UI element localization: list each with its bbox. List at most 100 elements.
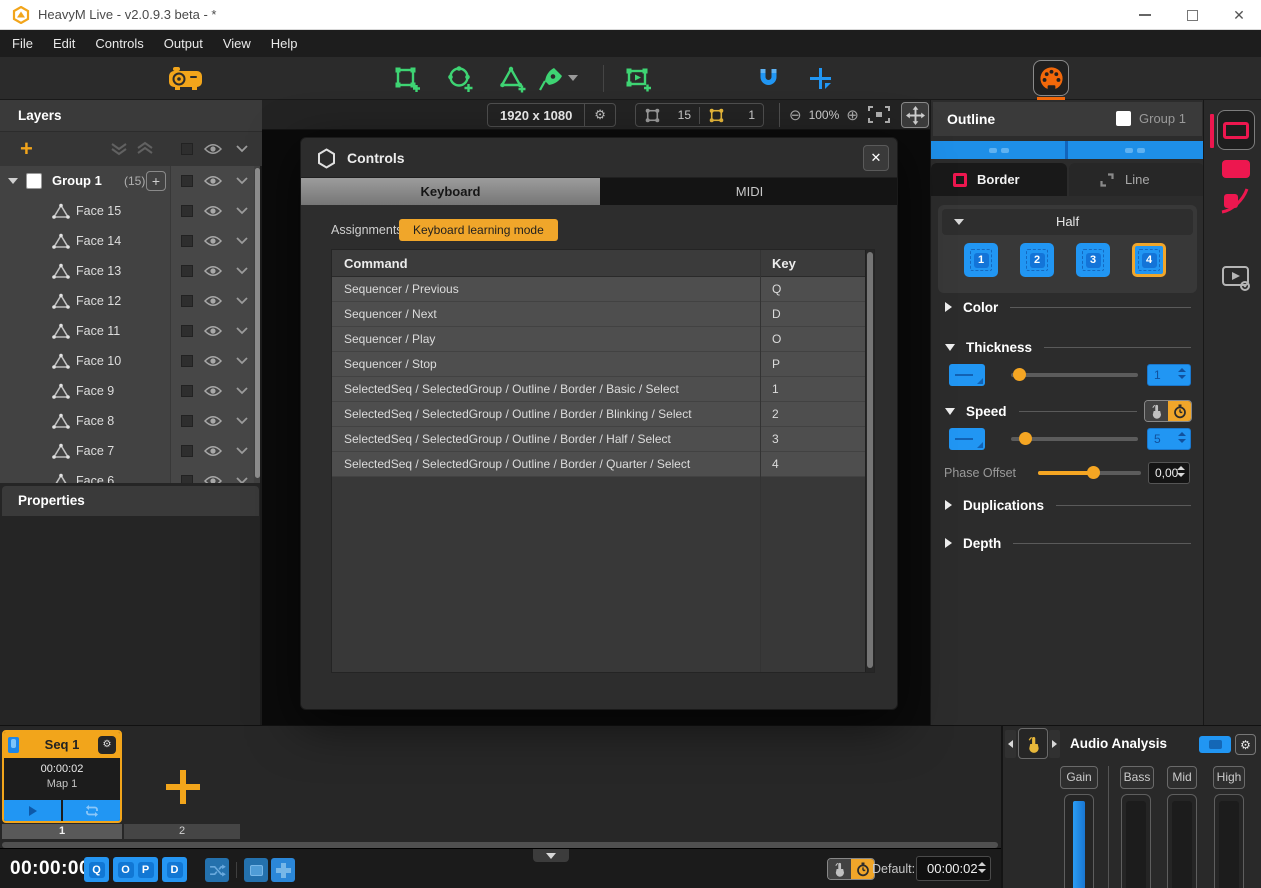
resolution-settings-gear-icon[interactable]: ⚙ bbox=[585, 107, 615, 123]
face-visibility-icon[interactable] bbox=[204, 415, 222, 427]
preset-dropdown[interactable]: Half bbox=[942, 209, 1193, 235]
tab-line[interactable]: Line bbox=[1069, 163, 1204, 196]
menu-item[interactable]: Controls bbox=[85, 30, 153, 57]
sequence-card[interactable]: Seq 1 ⚙ 00:00:02 Map 1 bbox=[2, 730, 122, 823]
layers-scrollbar[interactable] bbox=[255, 168, 260, 478]
face-visibility-icon[interactable] bbox=[204, 205, 222, 217]
face-row[interactable]: Face 9 bbox=[0, 376, 262, 406]
face-name[interactable]: Face 12 bbox=[76, 286, 121, 316]
maximize-button[interactable] bbox=[1172, 0, 1212, 30]
panel-prev-arrow[interactable] bbox=[1005, 730, 1016, 758]
display-toggle-button[interactable] bbox=[244, 858, 268, 882]
section-duplications[interactable]: Duplications bbox=[945, 496, 1191, 514]
assignment-row[interactable]: Sequencer / Play O bbox=[332, 327, 866, 352]
player-settings-button[interactable] bbox=[1219, 262, 1253, 294]
face-name[interactable]: Face 6 bbox=[76, 466, 114, 483]
face-solo-checkbox[interactable] bbox=[181, 475, 193, 483]
effect-strip[interactable] bbox=[931, 141, 1204, 159]
add-circle-icon[interactable] bbox=[447, 66, 474, 93]
assignment-row[interactable]: Sequencer / Previous Q bbox=[332, 277, 866, 302]
projector-output-icon[interactable] bbox=[168, 65, 204, 92]
menu-item[interactable]: File bbox=[2, 30, 43, 57]
face-row[interactable]: Face 15 bbox=[0, 196, 262, 226]
group-visibility-icon[interactable] bbox=[204, 175, 222, 187]
face-options-chevron-icon[interactable] bbox=[236, 357, 248, 365]
controls-dialog-titlebar[interactable]: Controls ✕ bbox=[301, 138, 898, 178]
speed-spinner[interactable]: 5 bbox=[1147, 428, 1191, 450]
preset-button-1[interactable]: 1 bbox=[964, 243, 998, 277]
menu-item[interactable]: Edit bbox=[43, 30, 85, 57]
face-row[interactable]: Face 6 bbox=[0, 466, 262, 483]
sequence-card-header[interactable]: Seq 1 ⚙ bbox=[4, 732, 120, 758]
add-to-group-button[interactable]: + bbox=[146, 171, 166, 191]
hotkey-d-button[interactable]: D bbox=[162, 857, 187, 882]
assignment-row[interactable]: Sequencer / Stop P bbox=[332, 352, 866, 377]
audio-settings-gear-icon[interactable]: ⚙ bbox=[1235, 734, 1256, 755]
face-options-chevron-icon[interactable] bbox=[236, 327, 248, 335]
close-button[interactable]: ✕ bbox=[1219, 0, 1259, 30]
pen-tool-icon[interactable] bbox=[538, 66, 564, 92]
controls-dialog-close-button[interactable]: ✕ bbox=[863, 145, 889, 171]
expand-all-chevron-icon[interactable] bbox=[236, 145, 248, 153]
fill-effect-button[interactable] bbox=[1222, 160, 1250, 178]
phase-offset-knob[interactable] bbox=[1087, 466, 1100, 479]
section-thickness[interactable]: Thickness bbox=[945, 338, 1191, 356]
face-name[interactable]: Face 7 bbox=[76, 436, 114, 466]
add-anchor-point-icon[interactable] bbox=[808, 66, 833, 91]
thickness-spinner[interactable]: 1 bbox=[1147, 364, 1191, 386]
group-solo-checkbox[interactable] bbox=[181, 175, 193, 187]
visibility-all-icon[interactable] bbox=[204, 143, 222, 155]
face-name[interactable]: Face 13 bbox=[76, 256, 121, 286]
group-collapse-caret-icon[interactable] bbox=[8, 178, 18, 184]
face-row[interactable]: Face 12 bbox=[0, 286, 262, 316]
face-name[interactable]: Face 8 bbox=[76, 406, 114, 436]
thickness-preview-button[interactable] bbox=[949, 364, 985, 386]
assignment-row[interactable]: SelectedSeq / SelectedGroup / Outline / … bbox=[332, 427, 866, 452]
keyboard-learning-mode-button[interactable]: Keyboard learning mode bbox=[399, 219, 558, 241]
magnet-snap-icon[interactable] bbox=[756, 66, 781, 91]
face-solo-checkbox[interactable] bbox=[181, 265, 193, 277]
speed-preview-button[interactable] bbox=[949, 428, 985, 450]
face-name[interactable]: Face 15 bbox=[76, 196, 121, 226]
zoom-in-icon[interactable]: ⊕ bbox=[846, 106, 859, 124]
preset-button-4[interactable]: 4 bbox=[1132, 243, 1166, 277]
group-options-chevron-icon[interactable] bbox=[236, 177, 248, 185]
hotkey-op-button[interactable]: OP bbox=[113, 857, 158, 882]
face-solo-checkbox[interactable] bbox=[181, 415, 193, 427]
tab-border[interactable]: Border bbox=[931, 163, 1067, 196]
face-name[interactable]: Face 11 bbox=[76, 316, 120, 346]
timeline-tab-2[interactable]: 2 bbox=[124, 824, 240, 839]
face-row[interactable]: Face 8 bbox=[0, 406, 262, 436]
menu-item[interactable]: Help bbox=[261, 30, 308, 57]
midi-controls-button[interactable] bbox=[1033, 60, 1069, 96]
add-quad-icon[interactable] bbox=[394, 66, 421, 93]
face-row[interactable]: Face 10 bbox=[0, 346, 262, 376]
face-visibility-icon[interactable] bbox=[204, 475, 222, 483]
assignment-row[interactable]: SelectedSeq / SelectedGroup / Outline / … bbox=[332, 452, 866, 477]
face-solo-checkbox[interactable] bbox=[181, 235, 193, 247]
tab-midi[interactable]: MIDI bbox=[600, 178, 898, 205]
face-visibility-icon[interactable] bbox=[204, 265, 222, 277]
clock-mode-icon[interactable] bbox=[1168, 401, 1191, 421]
gain-level-bar[interactable] bbox=[1073, 801, 1085, 888]
add-layer-button[interactable]: + bbox=[20, 134, 33, 164]
shader-effect-button[interactable] bbox=[1219, 186, 1251, 216]
preset-button-2[interactable]: 2 bbox=[1020, 243, 1054, 277]
group-row[interactable]: Group 1 (15) + bbox=[0, 166, 262, 196]
section-depth[interactable]: Depth bbox=[945, 534, 1191, 552]
bass-meter[interactable] bbox=[1121, 794, 1151, 888]
tap-mode-icon[interactable] bbox=[1145, 401, 1168, 421]
add-sequence-button[interactable] bbox=[166, 770, 200, 804]
table-scrollbar-thumb[interactable] bbox=[867, 252, 873, 668]
face-solo-checkbox[interactable] bbox=[181, 445, 193, 457]
clock-mode-icon[interactable] bbox=[851, 859, 874, 879]
face-options-chevron-icon[interactable] bbox=[236, 297, 248, 305]
assignment-row[interactable]: SelectedSeq / SelectedGroup / Outline / … bbox=[332, 402, 866, 427]
sequence-card-body[interactable]: 00:00:02 Map 1 bbox=[4, 758, 120, 800]
face-options-chevron-icon[interactable] bbox=[236, 267, 248, 275]
high-meter[interactable] bbox=[1214, 794, 1244, 888]
tab-keyboard[interactable]: Keyboard bbox=[301, 178, 600, 205]
phase-offset-slider[interactable] bbox=[1038, 462, 1141, 484]
menu-item[interactable]: View bbox=[213, 30, 261, 57]
move-layer-down-icon[interactable] bbox=[110, 141, 128, 156]
